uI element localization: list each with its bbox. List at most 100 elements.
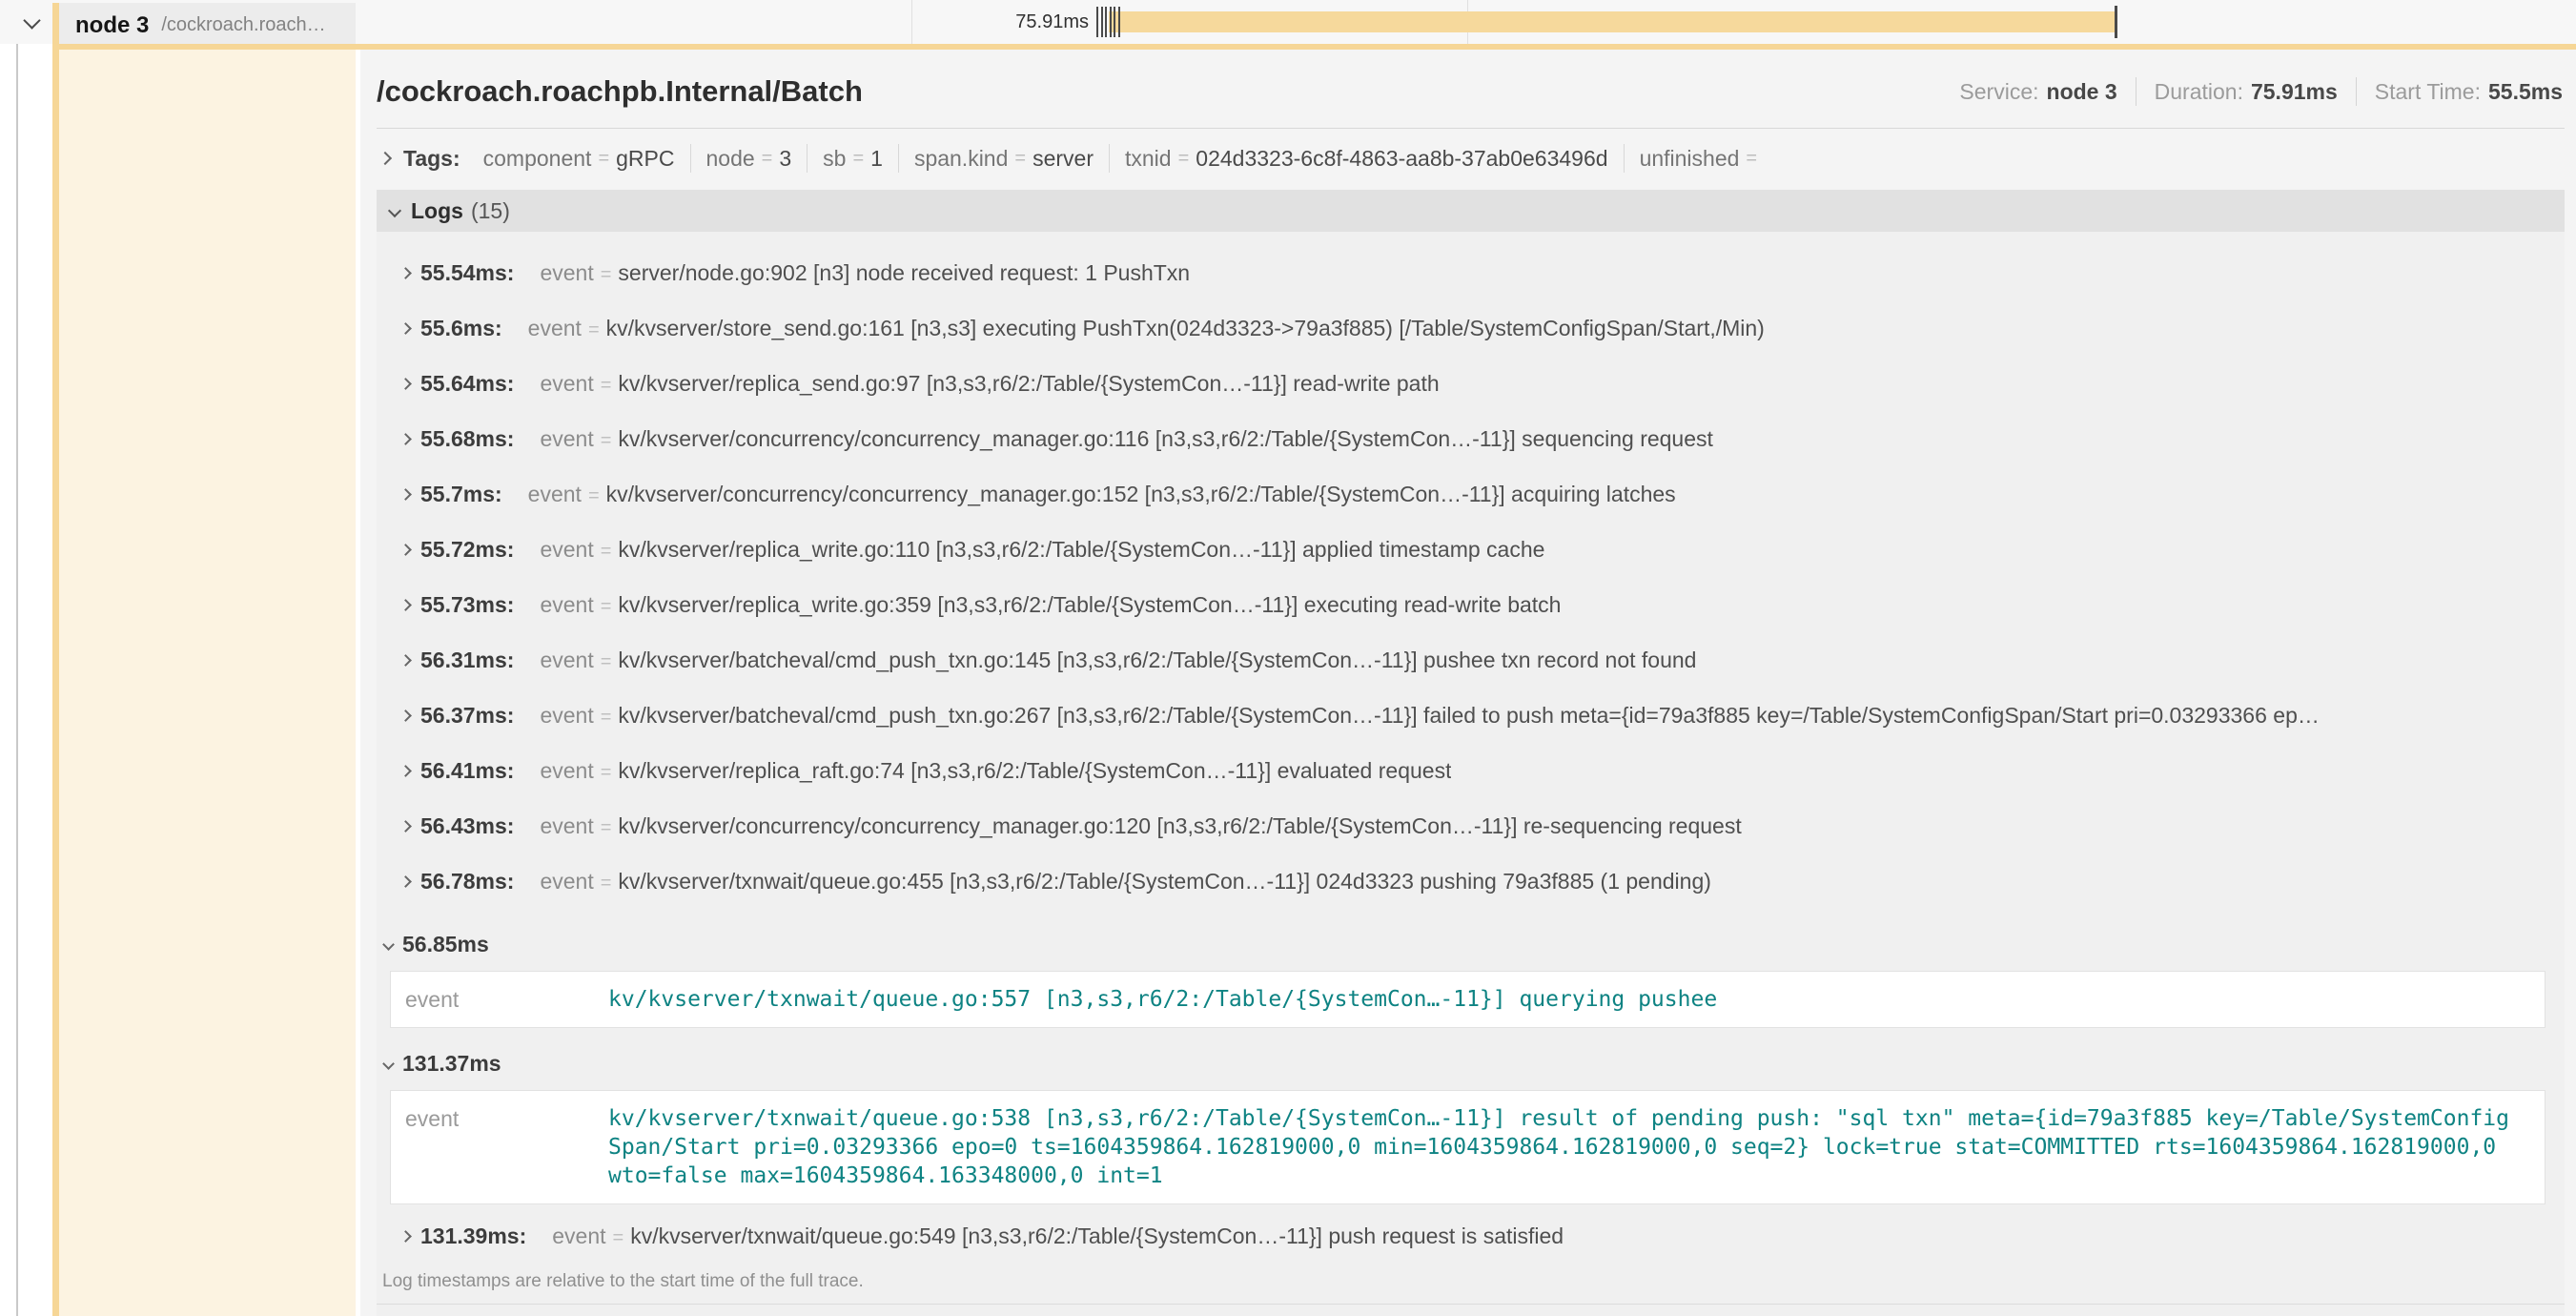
equals-sign: = (588, 485, 600, 506)
span-accent-stripe (52, 3, 59, 1316)
tag-item: component=gRPC (468, 146, 675, 172)
log-entry-row[interactable]: 56.31ms: event=kv/kvserver/batcheval/cmd_… (377, 632, 2565, 688)
tag-value: 024d3323-6c8f-4863-aa8b-37ab0e63496d (1196, 146, 1607, 172)
chevron-right-icon (399, 433, 412, 445)
span-duration-label: 75.91ms (898, 0, 1089, 44)
log-timestamp: 56.37ms: (420, 703, 514, 729)
tag-value: 3 (779, 146, 791, 172)
log-marker-tick (1110, 7, 1112, 37)
log-entry-row[interactable]: 56.37ms:event=kv/kvserver/batcheval/cmd_… (377, 688, 2565, 743)
log-timestamp: 131.39ms: (420, 1223, 526, 1249)
log-entry-row[interactable]: 131.39ms: event=kv/kvserver/txnwait/queue… (377, 1208, 2565, 1264)
tags-accordion[interactable]: Tags: component=gRPCnode=3sb=1span.kind=… (377, 129, 2565, 184)
log-detail-table: eventkv/kvserver/txnwait/queue.go:538 [n… (390, 1090, 2545, 1204)
span-detail-title: /cockroach.roachpb.Internal/Batch (377, 74, 863, 109)
chevron-down-icon (382, 938, 395, 951)
span-row[interactable]: node 3 /cockroach.roach… 75.91ms (0, 0, 2576, 44)
service-value: node 3 (2047, 79, 2117, 105)
span-operation-name: /cockroach.roach… (161, 14, 325, 36)
log-field-value: kv/kvserver/txnwait/queue.go:455 [n3,s3,… (618, 869, 1711, 894)
log-timestamp: 56.78ms: (420, 869, 514, 894)
tag-value: server (1032, 146, 1094, 172)
equals-sign: = (601, 541, 612, 562)
log-field-value: kv/kvserver/store_send.go:161 [n3,s3] ex… (606, 316, 1765, 340)
collapse-children-toggle[interactable] (26, 14, 38, 31)
detail-row-top-border (52, 44, 2576, 50)
log-field-key: event (540, 592, 593, 617)
log-entry-expanded-header[interactable]: 56.85ms (377, 909, 2565, 971)
log-entry-expanded-header[interactable]: 131.37ms (377, 1028, 2565, 1090)
equals-sign: = (601, 707, 612, 728)
span-name-cell[interactable]: node 3 /cockroach.roach… (52, 3, 356, 48)
equals-sign: = (852, 148, 864, 170)
tag-item: txnid=024d3323-6c8f-4863-aa8b-37ab0e6349… (1110, 146, 1608, 172)
log-field-key: event (540, 260, 593, 285)
chevron-right-icon (378, 152, 392, 165)
log-entry-row[interactable]: 55.73ms: event = kv/kvserver/replica_write.… (377, 577, 2565, 632)
logs-accordion-header[interactable]: Logs (15) (377, 190, 2565, 232)
log-entry-row[interactable]: 55.7ms:event=kv/kvserver/concurrency/con… (377, 466, 2565, 522)
start-time-value: 55.5ms (2488, 79, 2563, 105)
log-entry-row[interactable]: 55.54ms: event = server/node.go:902 [n3] no… (377, 245, 2565, 300)
tag-key: span.kind (914, 146, 1008, 172)
logs-list: 55.54ms: event = server/node.go:902 [n3] no… (377, 232, 2565, 1264)
log-field: event=kv/kvserver/txnwait/queue.go:549 [… (552, 1223, 1564, 1249)
log-entry-row[interactable]: 55.68ms:event=kv/kvserver/concurrency/co… (377, 411, 2565, 466)
log-entry-row[interactable]: 56.41ms:event=kv/kvserver/replica_raft.g… (377, 743, 2565, 798)
log-field: event = server/node.go:902 [n3] node recei… (540, 260, 1190, 286)
log-field-key: event (528, 482, 582, 506)
equals-sign: = (601, 817, 612, 838)
log-field-value: kv/kvserver/replica_write.go:359 [n3,s3,… (618, 592, 1561, 617)
log-detail-key: event (391, 1104, 608, 1190)
chevron-right-icon (399, 488, 412, 501)
log-detail-value: kv/kvserver/txnwait/queue.go:538 [n3,s3,… (608, 1104, 2545, 1190)
span-service-name: node 3 (75, 12, 149, 39)
log-timestamp: 56.31ms: (420, 648, 514, 673)
log-field-key: event (540, 703, 593, 728)
tags-list: component=gRPCnode=3sb=1span.kind=server… (468, 144, 1764, 173)
log-detail-value: kv/kvserver/txnwait/queue.go:557 [n3,s3,… (608, 985, 2545, 1014)
log-entry-row[interactable]: 56.43ms:event=kv/kvserver/concurrency/co… (377, 798, 2565, 853)
log-field: event = kv/kvserver/replica_write.go:359 [… (540, 592, 1561, 618)
equals-sign: = (601, 651, 612, 672)
chevron-down-icon (388, 204, 401, 217)
chevron-right-icon (399, 765, 412, 777)
log-detail-key: event (391, 985, 608, 1014)
equals-sign: = (1014, 148, 1026, 170)
log-entry-row[interactable]: 55.6ms: event = kv/kvserver/store_send.go:1… (377, 300, 2565, 356)
chevron-right-icon (399, 654, 412, 667)
chevron-right-icon (399, 820, 412, 833)
log-entry-row[interactable]: 55.72ms:event=kv/kvserver/replica_write.… (377, 522, 2565, 577)
log-timestamp: 55.73ms: (420, 592, 514, 618)
log-field-key: event (528, 316, 582, 340)
log-marker-tick (1101, 7, 1103, 37)
equals-sign: = (601, 596, 612, 617)
log-field-key: event (552, 1223, 605, 1248)
tag-item: span.kind = server (899, 146, 1094, 172)
chevron-right-icon (399, 1230, 412, 1243)
logs-count: (15) (471, 198, 510, 224)
log-field-value: kv/kvserver/concurrency/concurrency_mana… (606, 482, 1676, 506)
tags-label: Tags: (403, 146, 460, 172)
log-entry-row[interactable]: 55.64ms:event=kv/kvserver/replica_send.g… (377, 356, 2565, 411)
equals-sign: = (601, 375, 612, 396)
span-duration-bar[interactable] (1109, 11, 2115, 32)
log-field-value: kv/kvserver/replica_send.go:97 [n3,s3,r6… (618, 371, 1439, 396)
log-marker-tick (1096, 7, 1098, 37)
equals-sign: = (1178, 148, 1190, 170)
log-field: event=kv/kvserver/concurrency/concurrenc… (540, 426, 1712, 452)
logs-bottom-divider (377, 1304, 2565, 1305)
log-timestamp: 55.6ms: (420, 316, 502, 341)
equals-sign: = (588, 319, 600, 340)
chevron-right-icon (399, 267, 412, 279)
logs-section: Logs (15) 55.54ms: event = server/node.go:9… (377, 190, 2565, 1316)
log-marker-tick (1114, 7, 1115, 37)
log-field: event=kv/kvserver/batcheval/cmd_push_txn… (540, 648, 1696, 673)
equals-sign: = (601, 264, 612, 285)
tag-key: sb (823, 146, 846, 172)
log-timestamp: 55.54ms: (420, 260, 514, 286)
log-field-value: server/node.go:902 [n3] node received re… (618, 260, 1190, 285)
log-field-value: kv/kvserver/batcheval/cmd_push_txn.go:14… (618, 648, 1696, 672)
log-entry-row[interactable]: 56.78ms:event=kv/kvserver/txnwait/queue.… (377, 853, 2565, 909)
log-field-value: kv/kvserver/concurrency/concurrency_mana… (618, 813, 1741, 838)
